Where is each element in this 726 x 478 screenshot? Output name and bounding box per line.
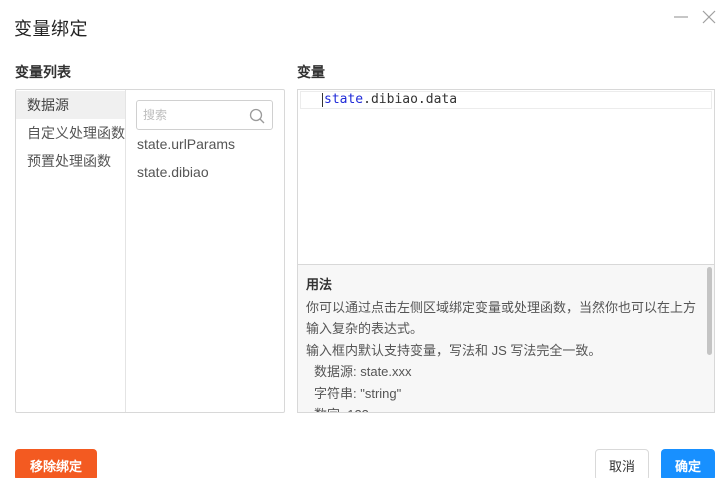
dialog-title: 变量绑定 xyxy=(14,19,88,39)
variable-label: 变量 xyxy=(297,64,325,80)
text-cursor xyxy=(322,93,323,107)
category-item-preset-functions[interactable]: 预置处理函数 xyxy=(16,147,125,175)
search-icon[interactable] xyxy=(248,107,266,125)
window-controls xyxy=(672,8,718,26)
code-token-state: state xyxy=(324,92,364,107)
variable-item-dibiao[interactable]: state.dibiao xyxy=(136,158,274,186)
help-text-line: 你可以通过点击左侧区域绑定变量或处理函数，当然你也可以在上方输入复杂的表达式。 xyxy=(306,299,697,337)
close-icon[interactable] xyxy=(700,8,718,26)
category-item-datasource[interactable]: 数据源 xyxy=(16,91,125,119)
ok-button[interactable]: 确定 xyxy=(661,449,715,478)
help-text-line: 输入框内默认支持变量，写法和 JS 写法完全一致。 xyxy=(306,342,602,358)
editor-code[interactable]: state.dibiao.data xyxy=(324,91,457,109)
variable-list-label: 变量列表 xyxy=(15,64,71,80)
help-title: 用法 xyxy=(306,277,333,292)
variable-list-panel: 数据源 自定义处理函数 预置处理函数 state.urlParams state… xyxy=(15,89,285,413)
remove-binding-button[interactable]: 移除绑定 xyxy=(15,449,97,478)
cancel-button[interactable]: 取消 xyxy=(595,449,649,478)
help-example-number: 数字: 123 xyxy=(306,404,698,412)
expression-editor[interactable]: state.dibiao.data xyxy=(297,89,715,264)
category-item-custom-functions[interactable]: 自定义处理函数 xyxy=(16,119,125,147)
code-token-rest: .dibiao.data xyxy=(363,92,458,107)
search-box xyxy=(136,100,273,130)
category-list: 数据源 自定义处理函数 预置处理函数 xyxy=(16,90,126,412)
help-panel: 用法 你可以通过点击左侧区域绑定变量或处理函数，当然你也可以在上方输入复杂的表达… xyxy=(297,264,715,413)
help-example-string: 字符串: "string" xyxy=(314,385,402,401)
variable-item-urlparams[interactable]: state.urlParams xyxy=(136,130,274,158)
search-input[interactable] xyxy=(137,101,247,129)
help-example-datasource: 数据源: state.xxx xyxy=(314,364,412,379)
minimize-icon[interactable] xyxy=(672,8,690,26)
help-scrollbar[interactable] xyxy=(707,267,712,355)
variable-list: state.urlParams state.dibiao xyxy=(126,90,284,412)
